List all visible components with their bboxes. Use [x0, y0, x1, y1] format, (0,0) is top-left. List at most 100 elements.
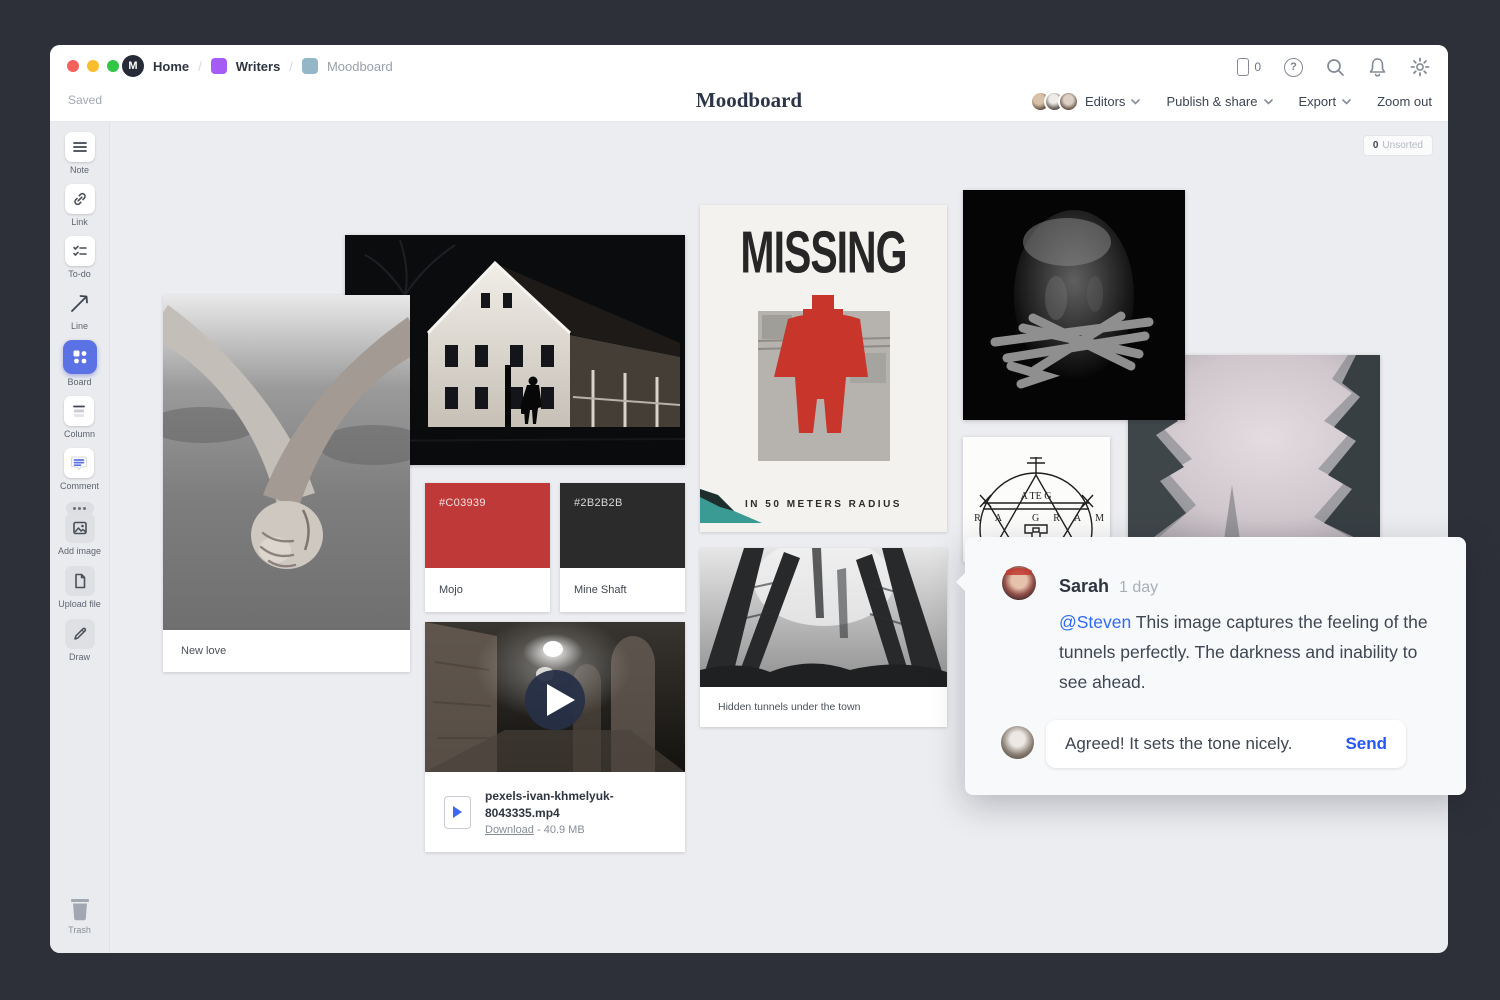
link-icon: [72, 191, 88, 207]
avatar: [1058, 91, 1079, 112]
poster-title: MISSING: [700, 219, 947, 287]
chevron-down-icon: [1131, 99, 1140, 105]
tool-link[interactable]: Link: [65, 184, 95, 227]
insert-list: Add image Upload file Draw: [50, 513, 109, 662]
image-caption: New love: [163, 630, 410, 672]
todo-icon: [72, 243, 88, 259]
breadcrumb-separator: /: [198, 59, 202, 74]
send-button[interactable]: Send: [1326, 734, 1406, 754]
video-filename: pexels-ivan-khmelyuk-8043335.mp4: [485, 788, 657, 822]
video-file-icon: [444, 796, 471, 829]
hands-image-card[interactable]: New love: [163, 295, 410, 672]
writers-board-icon[interactable]: [211, 58, 227, 74]
breadcrumb-separator: /: [289, 59, 293, 74]
tool-list: Note Link To-do Line: [50, 132, 109, 515]
meta-separator: -: [537, 824, 541, 836]
comment-timestamp: 1 day: [1119, 579, 1158, 597]
swatch-name: Mojo: [425, 568, 550, 612]
mention-link[interactable]: @Steven: [1059, 612, 1131, 632]
color-swatch-mineshaft[interactable]: #2B2B2B Mine Shaft: [560, 483, 685, 612]
sarah-avatar: [1002, 566, 1036, 600]
download-link[interactable]: Download: [485, 824, 534, 836]
notifications-bell-icon[interactable]: [1368, 57, 1387, 77]
video-card[interactable]: pexels-ivan-khmelyuk-8043335.mp4 Downloa…: [425, 622, 685, 852]
sigil-text-row1: A TE G: [1021, 491, 1052, 502]
breadcrumb: M Home / Writers / Moodboard: [122, 55, 393, 77]
add-image-icon: [72, 520, 88, 536]
comment-message: @Steven This image captures the feeling …: [1059, 607, 1441, 697]
milanote-window: M Home / Writers / Moodboard Saved Moodb…: [50, 45, 1448, 953]
upload-file-icon: [72, 573, 88, 589]
device-preview-button[interactable]: 0: [1237, 58, 1261, 76]
tools-sidebar: Note Link To-do Line: [50, 122, 110, 953]
search-icon[interactable]: [1326, 58, 1345, 77]
steven-avatar: [1001, 726, 1034, 759]
tool-line[interactable]: Line: [65, 288, 95, 331]
help-icon[interactable]: ?: [1284, 58, 1303, 77]
trash-dropzone[interactable]: Trash: [50, 896, 109, 935]
phone-icon: [1237, 58, 1249, 76]
unsorted-count: 0: [1373, 140, 1379, 151]
breadcrumb-writers[interactable]: Writers: [236, 59, 281, 74]
editor-avatars: [1030, 91, 1079, 112]
unsorted-label: Unsorted: [1382, 140, 1423, 151]
breadcrumb-moodboard[interactable]: Moodboard: [327, 59, 393, 74]
device-count: 0: [1254, 60, 1261, 74]
tunnels-image-card[interactable]: Hidden tunnels under the town: [700, 548, 947, 727]
color-swatch-mojo[interactable]: #C03939 Mojo: [425, 483, 550, 612]
reply-draft-text[interactable]: Agreed! It sets the tone nicely.: [1046, 734, 1326, 754]
draw-pencil-icon: [72, 626, 88, 642]
zoom-out-label: Zoom out: [1377, 94, 1432, 109]
close-window-button[interactable]: [67, 60, 79, 72]
comment-popup: Sarah 1 day @Steven This image captures …: [965, 537, 1466, 795]
swatch-hex: #C03939: [425, 483, 550, 509]
publish-share-menu[interactable]: Publish & share: [1166, 94, 1272, 109]
app-screen: M Home / Writers / Moodboard Saved Moodb…: [0, 0, 1500, 1000]
window-controls: [67, 60, 119, 72]
tool-upload-file[interactable]: Upload file: [58, 566, 101, 609]
header-icon-group: 0 ?: [1237, 57, 1430, 77]
sigil-text-row2: TRA GRAM: [963, 513, 1110, 524]
tool-draw[interactable]: Draw: [65, 619, 95, 662]
tool-comment[interactable]: Comment: [60, 448, 99, 491]
export-label: Export: [1299, 94, 1337, 109]
tool-column[interactable]: Column: [64, 396, 95, 439]
file-size: 40.9 MB: [544, 824, 585, 836]
comment-icon: [70, 454, 88, 472]
unsorted-badge[interactable]: 0 Unsorted: [1363, 135, 1433, 156]
minimize-window-button[interactable]: [87, 60, 99, 72]
swatch-name: Mine Shaft: [560, 568, 685, 612]
comment-author: Sarah: [1059, 576, 1109, 597]
maximize-window-button[interactable]: [107, 60, 119, 72]
tool-board[interactable]: Board: [63, 340, 97, 387]
settings-gear-icon[interactable]: [1410, 57, 1430, 77]
poster-photo: [700, 283, 947, 523]
swatch-hex: #2B2B2B: [560, 483, 685, 509]
note-icon: [72, 139, 88, 155]
editors-menu[interactable]: Editors: [1030, 91, 1140, 112]
chevron-down-icon: [1342, 99, 1351, 105]
poster-subtitle: IN 50 METERS RADIUS: [700, 499, 947, 510]
zoom-out-button[interactable]: Zoom out: [1377, 94, 1432, 109]
column-icon: [71, 403, 87, 419]
reply-input[interactable]: Agreed! It sets the tone nicely. Send: [1046, 720, 1406, 768]
censored-portrait-image[interactable]: [963, 190, 1185, 420]
board-icon: [71, 348, 89, 366]
editors-label: Editors: [1085, 94, 1125, 109]
tool-note[interactable]: Note: [65, 132, 95, 175]
video-thumbnail: [425, 622, 685, 772]
trash-icon: [68, 896, 92, 922]
top-bar: M Home / Writers / Moodboard Saved Moodb…: [50, 45, 1448, 122]
line-arrow-icon: [69, 292, 91, 314]
image-caption: Hidden tunnels under the town: [700, 687, 947, 727]
tool-todo[interactable]: To-do: [65, 236, 95, 279]
missing-poster-image[interactable]: MISSING IN 50 METERS RADIUS: [700, 205, 947, 532]
milanote-logo-icon[interactable]: M: [122, 55, 144, 77]
popup-pointer: [956, 573, 965, 591]
export-menu[interactable]: Export: [1299, 94, 1352, 109]
video-file-info: pexels-ivan-khmelyuk-8043335.mp4 Downloa…: [425, 772, 685, 852]
moodboard-board-icon[interactable]: [302, 58, 318, 74]
tool-add-image[interactable]: Add image: [58, 513, 101, 556]
breadcrumb-home[interactable]: Home: [153, 59, 189, 74]
chevron-down-icon: [1264, 99, 1273, 105]
